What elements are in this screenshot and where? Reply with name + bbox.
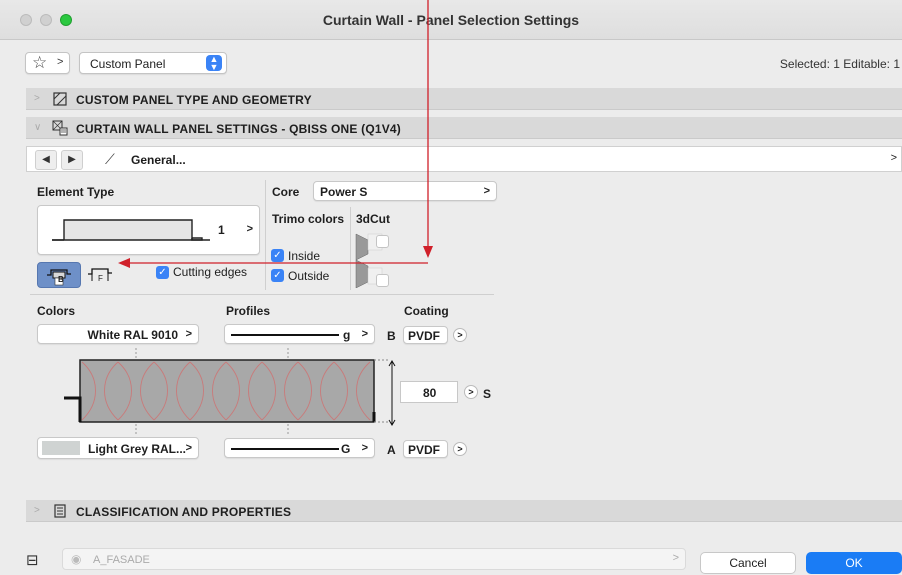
- bottom-color-select[interactable]: Light Grey RAL... >: [37, 437, 199, 459]
- general-page-icon: ⟋: [105, 151, 115, 167]
- bottom-coating-select[interactable]: PVDF: [403, 440, 448, 458]
- panel-preset-select[interactable]: Custom Panel ▲ ▼: [79, 52, 227, 74]
- settings-topbar: ☆ > Custom Panel ▲ ▼ Selected: 1 Editable…: [0, 40, 902, 88]
- profile-b-letter: B: [58, 275, 64, 284]
- bottom-color-value: Light Grey RAL...: [88, 442, 187, 456]
- window-title: Curtain Wall - Panel Selection Settings: [322, 12, 580, 28]
- top-profile-value: g: [343, 328, 351, 342]
- separator: [30, 294, 494, 295]
- profile-b-button[interactable]: B: [37, 262, 81, 288]
- dialog-footer: ⊟ ◉ A_FASADE > Cancel OK: [0, 545, 902, 575]
- 3dcut-outside-checkbox[interactable]: [376, 274, 389, 287]
- previous-page-button[interactable]: ◀: [35, 150, 57, 170]
- bottom-profile-select[interactable]: G >: [224, 438, 375, 458]
- cutting-edges-label: Cutting edges: [173, 265, 248, 279]
- chevron-right-icon: >: [246, 223, 253, 235]
- panel-preset-value: Custom Panel: [90, 57, 166, 71]
- top-color-value: White RAL 9010: [87, 328, 178, 342]
- chevron-right-icon: >: [361, 328, 368, 340]
- element-type-label: Element Type: [37, 185, 115, 199]
- section-custom-panel-geometry[interactable]: > CUSTOM PANEL TYPE AND GEOMETRY: [26, 88, 902, 110]
- core-value: Power S: [320, 185, 368, 199]
- separator: [350, 207, 351, 290]
- outside-label: Outside: [288, 269, 330, 283]
- chevron-right-icon: >: [57, 56, 64, 68]
- expanded-caret-icon: ∨: [34, 122, 42, 133]
- profile-line: [231, 334, 339, 336]
- element-type-selector[interactable]: 1 >: [37, 205, 260, 255]
- next-page-button[interactable]: ▶: [61, 150, 83, 170]
- thickness-unit: S: [483, 387, 492, 401]
- inside-checkbox[interactable]: ✓: [271, 249, 284, 262]
- 3dcut-label: 3dCut: [356, 212, 390, 226]
- collapsed-caret-icon: >: [34, 93, 40, 104]
- bottom-coating-arrow-button[interactable]: >: [453, 442, 467, 456]
- thickness-arrow-button[interactable]: >: [464, 385, 478, 399]
- updown-arrows-icon: ▲ ▼: [206, 55, 222, 72]
- chevron-right-icon: >: [361, 442, 368, 454]
- section-title: CURTAIN WALL PANEL SETTINGS - QBISS ONE …: [76, 122, 402, 136]
- chevron-right-icon: >: [672, 552, 679, 564]
- trimo-colors-label: Trimo colors: [272, 212, 345, 226]
- layer-select[interactable]: ◉ A_FASADE >: [62, 548, 686, 570]
- panel-settings-icon: [52, 120, 68, 136]
- star-icon: ☆: [32, 53, 48, 72]
- element-type-value: 1: [218, 223, 225, 237]
- core-label: Core: [272, 185, 300, 199]
- chevron-right-icon[interactable]: >: [891, 152, 897, 164]
- top-side-label: B: [387, 329, 396, 343]
- eye-icon: ◉: [71, 552, 82, 566]
- profiles-header: Profiles: [226, 304, 271, 318]
- cutting-edges-checkbox[interactable]: ✓: [156, 266, 169, 279]
- page-select-label[interactable]: General...: [131, 153, 186, 167]
- chevron-right-icon: >: [185, 328, 192, 340]
- page-navigation: ◀ ▶ ⟋ General... >: [26, 146, 902, 172]
- section-classification-properties[interactable]: > CLASSIFICATION AND PROPERTIES: [26, 500, 902, 522]
- bottom-profile-value: G: [341, 442, 351, 456]
- panel-section-drawing: [64, 348, 390, 436]
- section-title: CLASSIFICATION AND PROPERTIES: [76, 505, 292, 519]
- section-curtain-wall-panel-settings[interactable]: ∨ CURTAIN WALL PANEL SETTINGS - QBISS ON…: [26, 117, 902, 139]
- inside-label: Inside: [288, 249, 321, 263]
- layer-value: A_FASADE: [93, 554, 150, 566]
- chevron-right-icon: >: [185, 442, 192, 454]
- bottom-color-swatch: [42, 441, 80, 455]
- profile-f-letter: F: [98, 274, 103, 283]
- favorites-button[interactable]: ☆ >: [25, 52, 70, 74]
- collapsed-caret-icon: >: [34, 505, 40, 516]
- top-coating-arrow-button[interactable]: >: [453, 328, 467, 342]
- profile-f-button[interactable]: F: [86, 262, 118, 288]
- panel-profile-preview: [52, 219, 210, 241]
- core-select[interactable]: Power S >: [313, 181, 497, 201]
- chevron-right-icon: >: [483, 185, 490, 197]
- panel-geometry-icon: [53, 92, 67, 106]
- top-profile-select[interactable]: g >: [224, 324, 375, 344]
- classification-icon: [54, 504, 66, 518]
- section-title: CUSTOM PANEL TYPE AND GEOMETRY: [76, 93, 312, 107]
- colors-header: Colors: [37, 304, 76, 318]
- top-color-select[interactable]: White RAL 9010 >: [37, 324, 199, 344]
- top-coating-value: PVDF: [408, 329, 441, 343]
- separator: [265, 180, 266, 290]
- title-bar: Curtain Wall - Panel Selection Settings: [0, 0, 902, 40]
- thickness-value: 80: [423, 386, 437, 400]
- thickness-dimension-arrow: [388, 360, 396, 426]
- thickness-input[interactable]: 80: [400, 381, 458, 403]
- top-coating-select[interactable]: PVDF: [403, 326, 448, 344]
- cancel-button[interactable]: Cancel: [700, 552, 796, 574]
- bottom-side-label: A: [387, 443, 396, 457]
- 3dcut-inside-checkbox[interactable]: [376, 235, 389, 248]
- ok-button[interactable]: OK: [806, 552, 902, 574]
- coating-header: Coating: [404, 304, 449, 318]
- outside-checkbox[interactable]: ✓: [271, 269, 284, 282]
- profile-line: [231, 448, 339, 450]
- bottom-coating-value: PVDF: [408, 443, 441, 457]
- layer-icon: ⊟: [26, 552, 39, 569]
- selection-info: Selected: 1 Editable: 1: [779, 57, 900, 71]
